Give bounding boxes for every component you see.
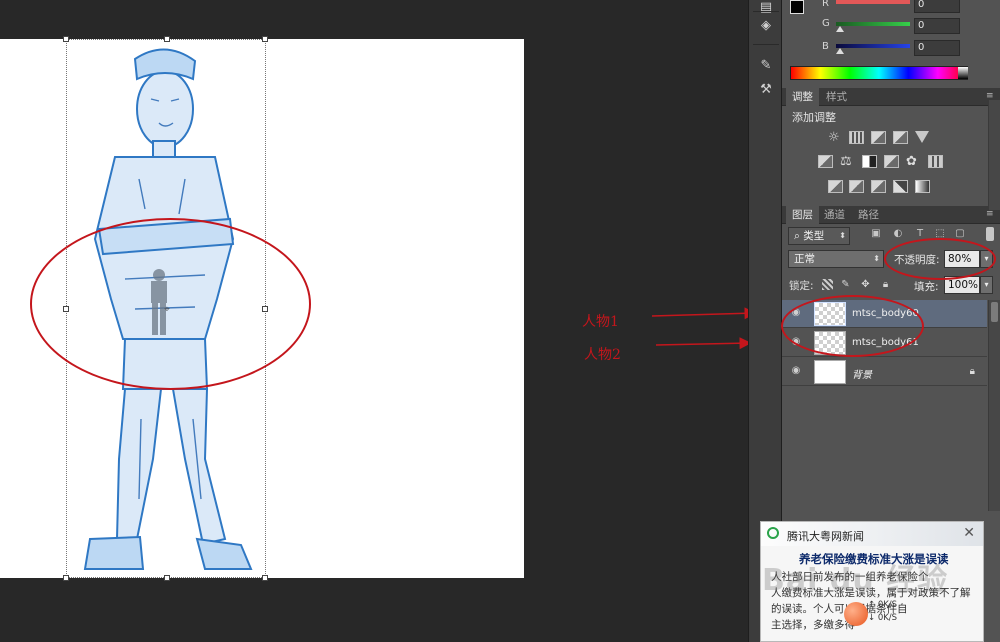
arrow-person1 bbox=[651, 307, 757, 320]
hue-saturation-icon[interactable] bbox=[818, 155, 833, 168]
layer-filter-select[interactable]: ⌕ 类型 ⬍ bbox=[788, 227, 850, 245]
transform-handle-bc[interactable] bbox=[164, 575, 170, 581]
history-icon[interactable]: ▤ bbox=[758, 0, 774, 16]
baidu-watermark: Bai du 经验 bbox=[762, 563, 949, 598]
color-panel: R 0 G 0 B 0 bbox=[782, 0, 1000, 88]
annotation-ellipse-canvas bbox=[30, 218, 311, 390]
filter-toggle[interactable] bbox=[986, 227, 994, 241]
chevron-updown-icon: ⬍ bbox=[839, 231, 846, 240]
black-white-icon[interactable] bbox=[862, 155, 877, 168]
search-icon: ⌕ bbox=[794, 230, 804, 242]
transform-handle-tl[interactable] bbox=[63, 36, 69, 42]
levels-icon[interactable] bbox=[849, 131, 864, 144]
arrow-person2 bbox=[655, 337, 752, 350]
layers-panel-menu-icon[interactable]: ≡ bbox=[986, 209, 996, 219]
news-source: 腾讯大粤网新闻 bbox=[787, 530, 864, 543]
tab-layers[interactable]: 图层 bbox=[786, 206, 819, 224]
channel-g-track[interactable] bbox=[836, 22, 910, 26]
lock-all-icon[interactable]: 🔒︎ bbox=[880, 279, 891, 290]
vibrance-icon[interactable] bbox=[915, 131, 929, 143]
color-balance-icon[interactable]: ⚖ bbox=[840, 155, 855, 168]
layer-name[interactable]: 背景 bbox=[852, 366, 872, 381]
tencent-logo-icon bbox=[767, 527, 779, 539]
channel-g-thumb[interactable] bbox=[836, 26, 844, 32]
3d-cube-icon[interactable]: ◈ bbox=[758, 18, 774, 34]
news-popup-header: 腾讯大粤网新闻 ✕ bbox=[761, 522, 983, 546]
channel-b-input[interactable]: 0 bbox=[914, 40, 960, 56]
annotation-label-person2: 人物2 bbox=[584, 347, 621, 363]
chevron-updown-icon: ⬍ bbox=[873, 254, 880, 263]
adjustments-title: 添加调整 bbox=[792, 111, 836, 124]
fill-label: 填充: bbox=[914, 281, 939, 293]
channel-mixer-icon[interactable]: ✿ bbox=[906, 155, 921, 168]
adjustments-scrollbar[interactable] bbox=[988, 100, 1000, 210]
news-line-4[interactable]: 主选择，多缴多得 bbox=[771, 617, 855, 632]
annotation-ellipse-layers bbox=[781, 295, 924, 357]
photo-filter-icon[interactable] bbox=[884, 155, 899, 168]
exposure-icon[interactable] bbox=[893, 131, 908, 144]
filter-pixel-icon[interactable]: ▣ bbox=[870, 228, 882, 240]
channel-r-input[interactable]: 0 bbox=[914, 0, 960, 13]
selective-color-icon[interactable] bbox=[893, 180, 908, 193]
posterize-icon[interactable] bbox=[849, 180, 864, 193]
download-speed: ↓ 0K/S bbox=[868, 613, 898, 623]
blend-mode-select[interactable]: 正常 ⬍ bbox=[788, 250, 884, 268]
filter-adjustment-icon[interactable]: ◐ bbox=[892, 228, 904, 240]
foreground-color-swatch[interactable] bbox=[790, 0, 804, 14]
tab-styles[interactable]: 样式 bbox=[820, 88, 853, 106]
layer-thumbnail bbox=[814, 360, 846, 384]
channel-g-label: G bbox=[822, 18, 830, 29]
adjustments-panel: 调整 样式 ≡ 添加调整 ☼ ⚖ ✿ bbox=[782, 88, 1000, 206]
tab-channels[interactable]: 通道 bbox=[818, 206, 851, 224]
channel-r-label: R bbox=[822, 0, 829, 9]
layers-scroll-thumb[interactable] bbox=[991, 302, 998, 322]
tool-presets-icon[interactable]: ⚒ bbox=[758, 82, 774, 98]
transform-handle-br[interactable] bbox=[262, 575, 268, 581]
lock-label: 锁定: bbox=[789, 280, 814, 292]
gradient-map-icon[interactable] bbox=[915, 180, 930, 193]
annotation-label-person1: 人物1 bbox=[582, 314, 619, 330]
curves-icon[interactable] bbox=[871, 131, 886, 144]
channel-b-track[interactable] bbox=[836, 44, 910, 48]
brightness-contrast-icon[interactable]: ☼ bbox=[828, 131, 843, 144]
layer-row-background[interactable]: ◉ 背景 🔒︎ bbox=[782, 358, 987, 386]
network-speed: ↑ 0K/S ↓ 0K/S bbox=[868, 600, 902, 628]
layers-scrollbar[interactable] bbox=[988, 300, 1000, 511]
lock-transparent-icon[interactable] bbox=[822, 279, 833, 290]
lock-position-icon[interactable]: ✥ bbox=[860, 279, 871, 290]
eye-icon[interactable]: ◉ bbox=[790, 366, 802, 376]
upload-speed: ↑ 0K/S bbox=[868, 600, 898, 610]
network-speed-orb-icon[interactable] bbox=[844, 602, 868, 626]
annotation-arrows bbox=[651, 307, 757, 350]
transform-handle-bl[interactable] bbox=[63, 575, 69, 581]
color-lookup-icon[interactable] bbox=[928, 155, 943, 168]
channel-b-thumb[interactable] bbox=[836, 48, 844, 54]
annotation-ellipse-opacity bbox=[884, 238, 996, 280]
channel-r-track[interactable] bbox=[836, 0, 910, 4]
threshold-icon[interactable] bbox=[871, 180, 886, 193]
layer-lock-icon: 🔒︎ bbox=[969, 366, 975, 377]
fill-dropdown-button[interactable]: ▾ bbox=[980, 276, 993, 294]
transform-handle-tr[interactable] bbox=[262, 36, 268, 42]
lock-pixels-icon[interactable]: ✎ bbox=[840, 279, 851, 290]
transform-handle-tc[interactable] bbox=[164, 36, 170, 42]
close-icon[interactable]: ✕ bbox=[963, 525, 975, 541]
channel-b-label: B bbox=[822, 41, 829, 52]
invert-icon[interactable] bbox=[828, 180, 843, 193]
channel-g-input[interactable]: 0 bbox=[914, 18, 960, 34]
canvas-workspace[interactable]: ⌖ 人物1 人物2 bbox=[0, 0, 757, 642]
layers-tabbar: 图层 通道 路径 ≡ bbox=[782, 206, 1000, 224]
color-spectrum-bar[interactable] bbox=[790, 66, 968, 80]
brush-presets-icon[interactable]: ✎ bbox=[758, 58, 774, 74]
spectrum-black-white[interactable] bbox=[958, 67, 968, 79]
tab-paths[interactable]: 路径 bbox=[852, 206, 885, 224]
tab-adjustments[interactable]: 调整 bbox=[786, 88, 819, 106]
adjustments-tabbar: 调整 样式 ≡ bbox=[782, 88, 1000, 106]
